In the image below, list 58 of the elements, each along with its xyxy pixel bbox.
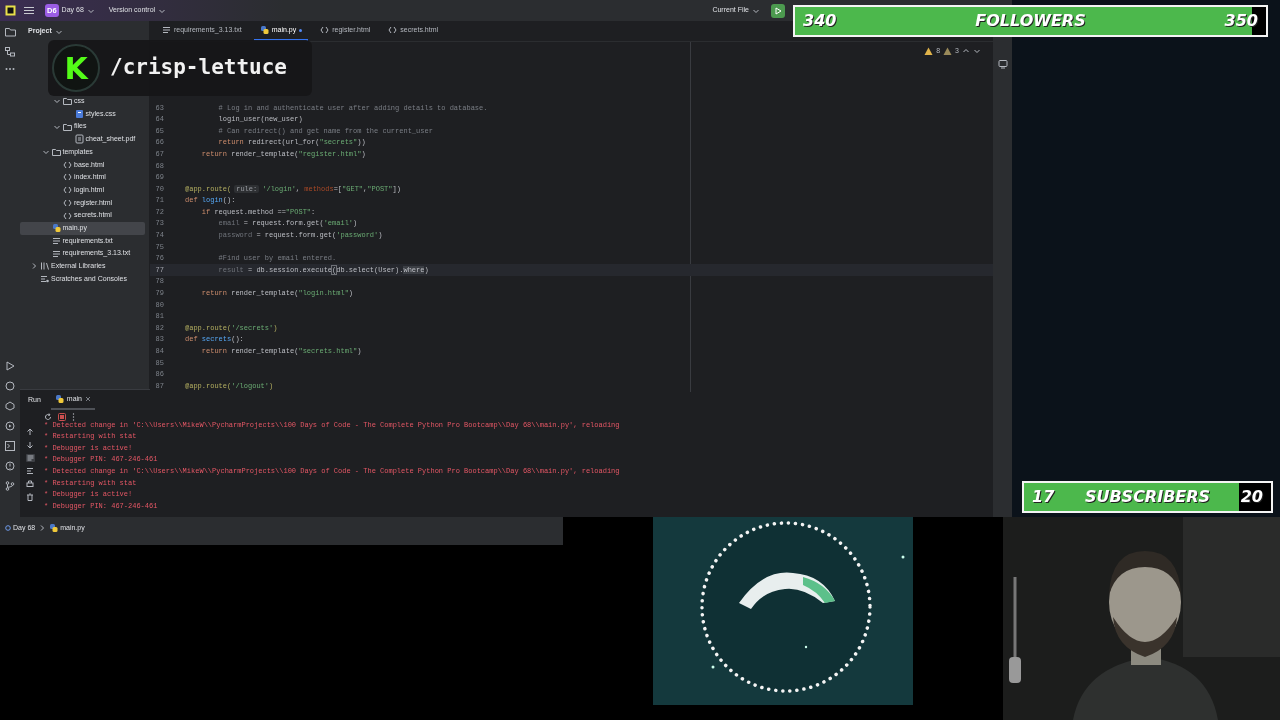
folder-icon <box>63 96 72 107</box>
folder-icon <box>63 121 72 132</box>
print-icon[interactable] <box>26 480 34 488</box>
code-tag-icon <box>63 210 72 221</box>
chevron-down-icon[interactable] <box>973 47 981 56</box>
arrow-down-icon[interactable] <box>26 441 34 449</box>
code-tag-icon <box>63 172 72 183</box>
code-tag-icon <box>63 185 72 196</box>
rerun-icon[interactable] <box>44 412 52 421</box>
channel-name: /crisp-lettuce <box>110 54 287 82</box>
chevron-down-icon <box>53 97 61 106</box>
trash-icon[interactable] <box>26 493 34 501</box>
library-icon <box>40 261 49 272</box>
goal-label: SUBSCRIBERS <box>1084 486 1211 508</box>
run-icon[interactable] <box>5 361 15 371</box>
git-branch-icon[interactable] <box>5 481 15 491</box>
close-icon[interactable] <box>85 396 92 402</box>
problems-icon[interactable] <box>5 461 15 471</box>
stylesheet-icon <box>74 109 84 120</box>
code-tag-icon <box>320 25 330 35</box>
folder-icon[interactable] <box>4 27 16 37</box>
goal-current: 17 <box>1032 486 1055 508</box>
app-logo-icon <box>5 5 16 16</box>
goal-current: 340 <box>803 10 837 32</box>
scroll-to-end-icon[interactable] <box>26 467 34 475</box>
document-icon <box>74 134 84 145</box>
notifications-icon[interactable] <box>997 59 1008 69</box>
more-icon[interactable] <box>72 412 75 421</box>
chevron-right-icon <box>30 262 38 271</box>
text-file-icon <box>51 248 61 259</box>
python-file-icon <box>51 223 61 234</box>
soft-wrap-icon[interactable] <box>25 454 35 462</box>
more-icon[interactable] <box>5 67 15 71</box>
goal-target: 20 <box>1240 486 1263 508</box>
chevron-down-icon <box>41 148 50 156</box>
goal-label: FOLLOWERS <box>975 10 1086 32</box>
debug-icon[interactable] <box>5 421 15 431</box>
modified-dot <box>299 28 303 32</box>
chevron-right-icon <box>38 524 47 532</box>
text-file-icon <box>51 235 61 246</box>
scratches-icon <box>40 273 49 284</box>
arrow-up-icon[interactable] <box>26 428 34 436</box>
python-file-icon <box>259 25 269 35</box>
folder-icon <box>51 147 61 158</box>
code-tag-icon <box>63 197 72 208</box>
module-icon <box>5 525 11 531</box>
structure-icon[interactable] <box>5 47 15 57</box>
menu-icon[interactable] <box>24 6 34 15</box>
text-file-icon <box>162 25 171 35</box>
channel-logo: K <box>52 44 100 92</box>
play-icon <box>774 6 782 15</box>
terminal-icon[interactable] <box>5 441 15 451</box>
stop-icon[interactable] <box>58 412 66 421</box>
run-button[interactable] <box>771 3 785 18</box>
code-tag-icon <box>388 25 398 35</box>
python-file-icon <box>54 394 64 404</box>
code-tag-icon <box>63 159 72 170</box>
python-file-icon <box>49 523 59 533</box>
